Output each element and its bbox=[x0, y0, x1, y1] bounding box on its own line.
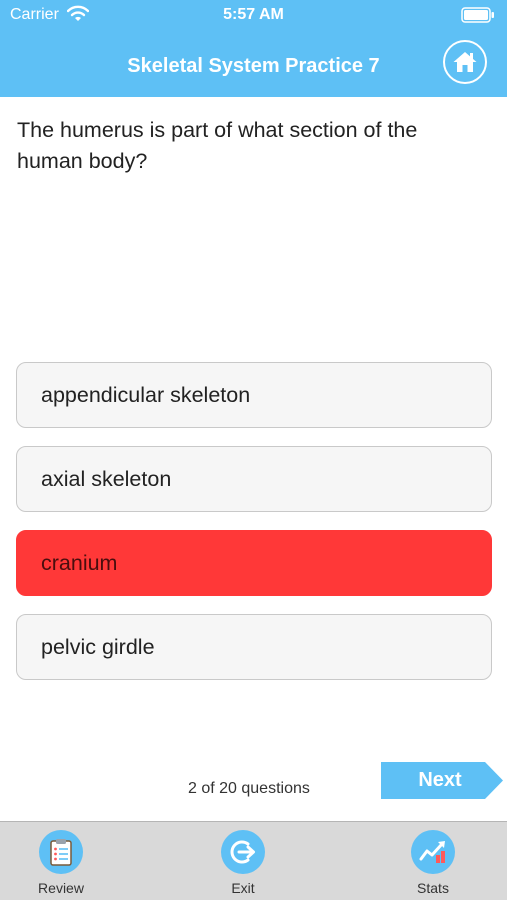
status-bar: Carrier 5:57 AM bbox=[0, 0, 507, 30]
tab-label-review: Review bbox=[38, 880, 84, 896]
answer-label: appendicular skeleton bbox=[41, 382, 251, 407]
clipboard-icon bbox=[50, 839, 72, 866]
home-icon bbox=[453, 52, 477, 72]
next-button[interactable]: Next bbox=[381, 762, 503, 799]
battery-icon bbox=[461, 7, 494, 23]
tab-stats[interactable]: Stats bbox=[388, 830, 478, 896]
tab-label-stats: Stats bbox=[417, 880, 449, 896]
progress-counter: 2 of 20 questions bbox=[188, 780, 310, 797]
page-title: Skeletal System Practice 7 bbox=[127, 55, 380, 77]
review-icon-circle bbox=[39, 830, 83, 874]
header-bar: Carrier 5:57 AM Skeletal System Practice… bbox=[0, 0, 507, 97]
exit-icon-circle bbox=[221, 830, 265, 874]
tab-label-exit: Exit bbox=[231, 880, 255, 896]
stats-icon-circle bbox=[411, 830, 455, 874]
tab-review[interactable]: Review bbox=[16, 830, 106, 896]
answer-option-4[interactable]: pelvic girdle bbox=[16, 614, 492, 680]
chart-icon bbox=[419, 841, 445, 863]
home-button[interactable] bbox=[443, 40, 487, 84]
next-label: Next bbox=[418, 769, 462, 791]
answer-option-1[interactable]: appendicular skeleton bbox=[16, 362, 492, 428]
tab-bar: Review Exit Stats bbox=[0, 821, 507, 900]
question-text: The humerus is part of what section of t… bbox=[17, 118, 418, 173]
answer-label: cranium bbox=[41, 550, 118, 575]
exit-icon bbox=[230, 840, 255, 864]
tab-exit[interactable]: Exit bbox=[198, 830, 288, 896]
answer-option-2[interactable]: axial skeleton bbox=[16, 446, 492, 512]
answer-label: pelvic girdle bbox=[41, 634, 155, 659]
answer-option-3-incorrect[interactable]: cranium bbox=[16, 530, 492, 596]
status-time: 5:57 AM bbox=[223, 6, 284, 23]
answer-label: axial skeleton bbox=[41, 466, 172, 491]
